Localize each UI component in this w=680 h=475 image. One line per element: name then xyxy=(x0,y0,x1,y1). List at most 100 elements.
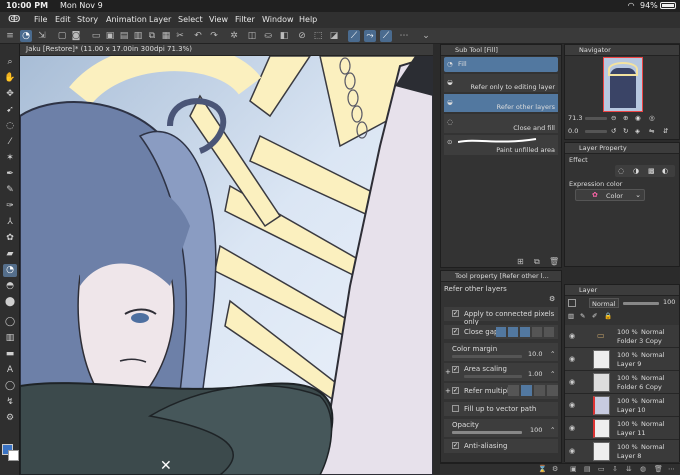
delete-layer-icon[interactable]: 🗑 xyxy=(654,465,663,473)
history-icon[interactable]: ⌛ xyxy=(538,465,547,473)
menu-select[interactable]: Select xyxy=(178,15,203,24)
layer-color-effect-icon[interactable]: ◐ xyxy=(662,167,668,175)
navigator-zoom-value[interactable]: 71.3 xyxy=(568,114,582,122)
lock-icon[interactable]: 🔒 xyxy=(604,312,612,320)
clip-icon[interactable]: ▥ xyxy=(568,312,574,320)
spinner-icon[interactable]: ✲ xyxy=(228,30,240,42)
brush-tool-icon[interactable]: ✑ xyxy=(3,200,17,213)
expand-plus-icon[interactable]: + xyxy=(445,387,451,395)
stepper-icon[interactable]: ⌃ xyxy=(550,426,555,434)
menu-layer[interactable]: Layer xyxy=(149,15,171,24)
app-logo-icon[interactable]: ↂ xyxy=(8,14,20,25)
blend-tool-icon[interactable]: ⬤ xyxy=(3,296,17,309)
canvas-tab[interactable]: Jaku [Restore]* (11.00 x 17.00in 300dpi … xyxy=(20,44,433,56)
draft-icon[interactable]: ✐ xyxy=(592,312,597,320)
gap-size-5[interactable] xyxy=(544,327,554,337)
fill-vector-row[interactable]: Fill up to vector path xyxy=(444,402,558,416)
move-tool-icon[interactable]: ✥ xyxy=(3,88,17,101)
border-effect-icon[interactable]: ◌ xyxy=(618,167,624,175)
new-folder-icon[interactable]: ▭ xyxy=(598,465,605,473)
more-options-icon[interactable]: ⋯ xyxy=(668,465,675,473)
redo-icon[interactable]: ↷ xyxy=(208,30,220,42)
delete-subtool-icon[interactable]: 🗑 xyxy=(549,257,559,266)
deselect-icon[interactable]: ⊘ xyxy=(296,30,308,42)
apply-connected-row[interactable]: ✓ Apply to connected pixels only xyxy=(444,307,558,326)
area-scaling-value[interactable]: 1.00 xyxy=(528,370,542,378)
merge-icon[interactable]: ⇊ xyxy=(626,465,632,473)
gap-size-1[interactable] xyxy=(496,327,506,337)
refer-selected-layers-icon[interactable] xyxy=(521,385,532,396)
eye-icon[interactable]: ◉ xyxy=(569,401,575,409)
airbrush-tool-icon[interactable]: ⅄ xyxy=(3,216,17,229)
hand-tool-icon[interactable]: ✋ xyxy=(3,72,17,85)
settings-tool-icon[interactable]: ⚙ xyxy=(3,412,17,425)
flip-horizontal-icon[interactable]: ⇋ xyxy=(649,127,654,135)
print-icon[interactable]: ▥ xyxy=(132,30,144,42)
blend-mode-select[interactable]: Normal xyxy=(589,298,619,308)
eye-icon[interactable]: ◉ xyxy=(569,447,575,455)
apply-connected-checkbox[interactable]: ✓ xyxy=(452,310,459,317)
layer-row[interactable]: ◉ 100 % Normal Layer 8 xyxy=(565,440,679,463)
eyedropper-tool-icon[interactable]: ⁄ xyxy=(3,136,17,149)
menu-edit[interactable]: Edit xyxy=(55,15,71,24)
add-subtool-icon[interactable]: ⊞ xyxy=(517,257,524,266)
layer-opacity-slider[interactable] xyxy=(623,302,659,305)
menu-window[interactable]: Window xyxy=(262,15,294,24)
color-margin-row[interactable]: Color margin 10.0 ⌃ xyxy=(444,343,558,361)
expand-plus-icon[interactable]: + xyxy=(445,368,451,376)
rotate-left-icon[interactable]: ↺ xyxy=(611,127,616,135)
refer-folder-icon[interactable] xyxy=(547,385,558,396)
subtool-item-refer-only-editing[interactable]: ◒ Refer only to editing layer xyxy=(444,74,558,92)
decoration-tool-icon[interactable]: ✿ xyxy=(3,232,17,245)
layer-row[interactable]: ◉ 100 % Normal Layer 11 xyxy=(565,417,679,440)
menu-filter[interactable]: Filter xyxy=(235,15,255,24)
transform-icon[interactable]: ◧ xyxy=(278,30,290,42)
refer-reference-layer-icon[interactable] xyxy=(534,385,545,396)
area-scaling-slider[interactable] xyxy=(464,375,522,378)
menu-story[interactable]: Story xyxy=(77,15,98,24)
expand-icon[interactable]: ⇲ xyxy=(36,30,48,42)
gap-size-3[interactable] xyxy=(520,327,530,337)
gap-size-4[interactable] xyxy=(532,327,542,337)
eye-icon[interactable]: ◉ xyxy=(569,424,575,432)
more-icon[interactable]: ⋯ xyxy=(398,30,410,42)
paste-icon[interactable]: ▦ xyxy=(160,30,172,42)
clear-icon[interactable]: ◫ xyxy=(246,30,258,42)
rotation-slider[interactable] xyxy=(585,130,607,133)
refer-multiple-row[interactable]: + ✓ Refer multiple xyxy=(444,383,558,399)
menu-view[interactable]: View xyxy=(209,15,228,24)
layer-opacity-value[interactable]: 100 xyxy=(663,298,675,306)
figure-tool-icon[interactable]: ◯ xyxy=(3,316,17,329)
eye-icon[interactable]: ◉ xyxy=(569,332,575,340)
opacity-slider[interactable] xyxy=(452,431,522,434)
new-canvas-icon[interactable]: ▢ xyxy=(56,30,68,42)
open-icon[interactable]: ▭ xyxy=(90,30,102,42)
sub-color-swatch[interactable] xyxy=(8,450,19,461)
invert-selection-icon[interactable]: ◪ xyxy=(328,30,340,42)
subtool-fill-group[interactable]: ◔ Fill xyxy=(444,57,558,72)
menu-file[interactable]: File xyxy=(34,15,47,24)
save-icon[interactable]: ▣ xyxy=(104,30,116,42)
correct-line-tool-icon[interactable]: ↯ xyxy=(3,396,17,409)
hamburger-menu-icon[interactable]: ≡ xyxy=(4,30,16,42)
eye-icon[interactable]: ◉ xyxy=(569,378,575,386)
area-scaling-row[interactable]: + ✓ Area scaling 1.00 ⌃ xyxy=(444,363,558,381)
undo-icon[interactable]: ↶ xyxy=(192,30,204,42)
text-tool-icon[interactable]: A xyxy=(3,364,17,377)
layer-lock-icon[interactable] xyxy=(568,299,576,307)
select-all-icon[interactable]: ⬚ xyxy=(312,30,324,42)
tone-effect-icon[interactable]: ▩ xyxy=(648,167,655,175)
navigator-angle-value[interactable]: 0.0 xyxy=(568,127,578,135)
magic-wand-icon[interactable]: ✶ xyxy=(3,152,17,165)
camera-icon[interactable]: ◙ xyxy=(70,30,82,42)
area-scaling-checkbox[interactable]: ✓ xyxy=(452,366,459,373)
color-margin-slider[interactable] xyxy=(452,355,522,358)
layer-row[interactable]: ◉ 100 % Normal Layer 10 xyxy=(565,394,679,417)
stepper-icon[interactable]: ⌃ xyxy=(550,350,555,358)
close-gap-checkbox[interactable]: ✓ xyxy=(452,328,459,335)
eraser-tool-icon[interactable]: ▰ xyxy=(3,248,17,261)
zoom-in-icon[interactable]: ⊕ xyxy=(623,114,628,122)
fit-icon[interactable]: ◉ xyxy=(635,114,641,122)
reset-rotation-icon[interactable]: ◈ xyxy=(635,127,640,135)
zoom-tool-icon[interactable]: ⌕ xyxy=(3,56,17,69)
